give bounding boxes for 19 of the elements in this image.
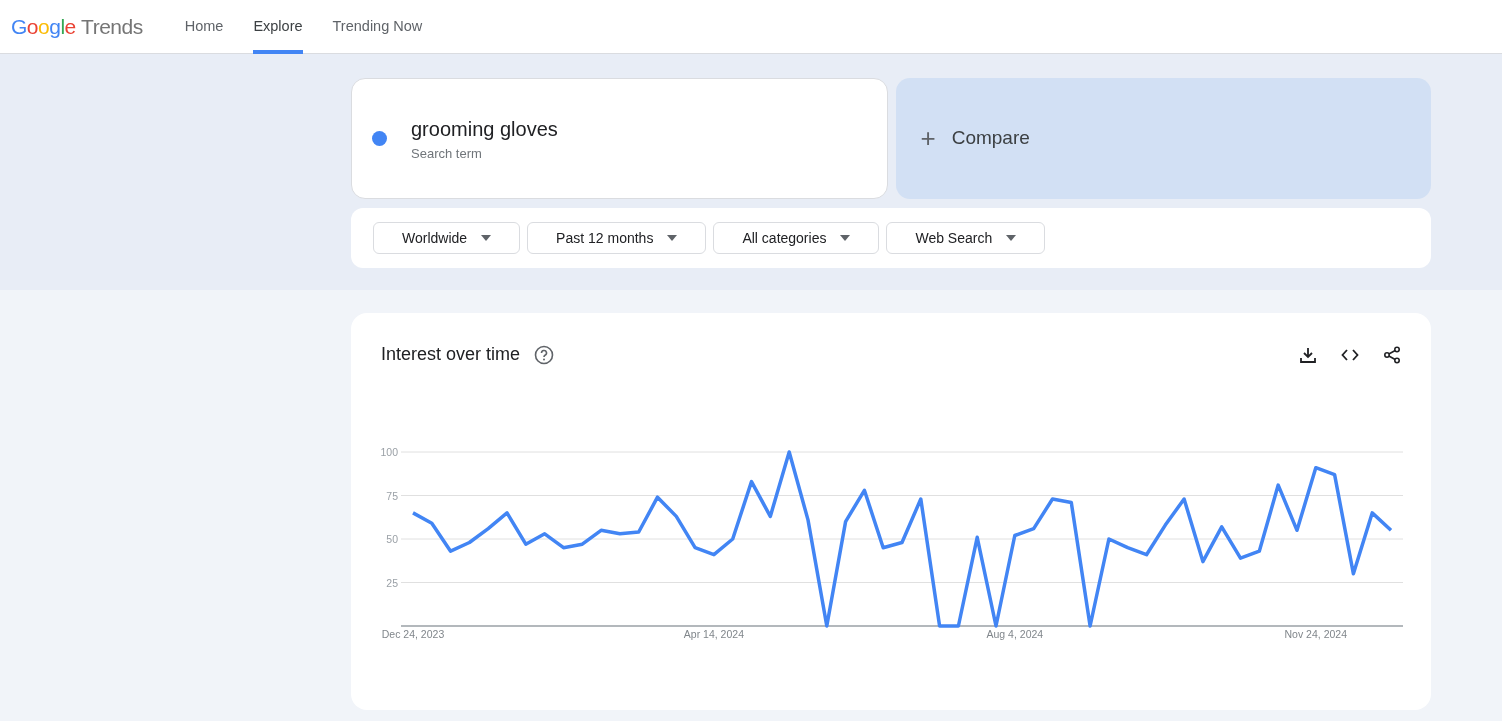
- x-axis-label: Dec 24, 2023: [381, 628, 445, 640]
- y-axis-label: 50: [386, 533, 398, 545]
- nav-tab[interactable]: Trending Now: [332, 0, 423, 54]
- search-term: grooming gloves: [411, 116, 558, 142]
- y-axis-label: 25: [386, 576, 398, 589]
- y-axis-label: 100: [380, 446, 398, 458]
- x-axis-label: Aug 4, 2024: [986, 628, 1044, 640]
- filter-dropdown[interactable]: Past 12 months: [527, 222, 707, 254]
- logo[interactable]: Google Trends: [11, 10, 143, 43]
- search-term-label: Search term: [411, 144, 483, 163]
- chart-title: Interest over time: [381, 343, 521, 366]
- x-axis-label: Apr 14, 2024: [683, 628, 744, 640]
- x-axis-label: Nov 24, 2024: [1284, 628, 1347, 640]
- y-axis-label: 75: [386, 489, 398, 502]
- compare-button[interactable]: + Compare: [895, 78, 1431, 199]
- filter-dropdown[interactable]: All categories: [713, 222, 880, 254]
- filter-dropdown[interactable]: Web Search: [886, 222, 1046, 254]
- nav-tab[interactable]: Home: [184, 0, 224, 54]
- filter-dropdown[interactable]: Worldwide: [373, 222, 521, 254]
